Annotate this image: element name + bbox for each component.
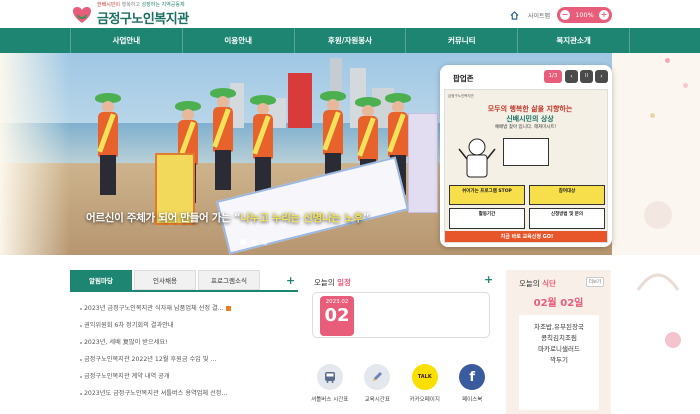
poster-illustration: [458, 138, 496, 178]
page: 한배시민이 행복하고 성장하는 지역공동체 금정구노인복지관 사이트맵 − 10…: [0, 0, 700, 414]
nav-item-community[interactable]: 커뮤니티: [405, 28, 517, 53]
today-menu: 오늘의 식단 더보기 02월 02일 차조밥,유부된장국 콩칙김치조림 마카로니…: [506, 270, 611, 414]
site-title[interactable]: 금정구노인복지관: [97, 8, 189, 27]
hero-slider: 어르신이 주체가 되어 만들어 가는 “나누고 누리는 신명나는 노후” 팝업존…: [0, 53, 700, 255]
poster-box: 신청방법 및 문의: [529, 208, 605, 229]
schedule-date: 2023.02 02: [320, 296, 354, 336]
protest-sign: [288, 73, 312, 128]
menu-item: 마카로니샐러드: [538, 345, 580, 353]
list-item[interactable]: 권익위원회 6차 정기회의 결과안내: [70, 317, 298, 334]
notice-more-button[interactable]: +: [286, 274, 295, 287]
hero-pagination: [240, 239, 268, 245]
pencil-icon: [364, 364, 391, 390]
hero-dot[interactable]: [262, 239, 268, 245]
popup-counter: 1/3: [544, 70, 562, 83]
list-item[interactable]: 2023년, 세배 复많이 받으세요!: [70, 334, 298, 351]
zoom-in-button[interactable]: +: [599, 10, 609, 20]
list-item[interactable]: 2023년도 금정구노인복지관 셔틀버스 용역업체 선정...: [70, 385, 298, 402]
notice-list: 2023년 금정구노인복지관 식자재 납품업체 선정 결... 권익위원회 6차…: [70, 300, 298, 402]
notice-board: 알림마당 인사채용 프로그램소식 + 2023년 금정구노인복지관 식자재 납품…: [70, 270, 298, 414]
facebook-icon: f: [459, 364, 486, 390]
home-icon[interactable]: [510, 8, 520, 22]
popup-prev-button[interactable]: ‹: [565, 70, 578, 83]
hero-dot[interactable]: [251, 239, 257, 245]
popup-next-button[interactable]: ›: [595, 70, 608, 83]
menu-item: 차조밥,유부된장국: [534, 323, 584, 331]
menu-title: 오늘의 식단: [519, 279, 556, 288]
nav-item-about[interactable]: 복지관소개: [517, 28, 630, 53]
quick-link-kakao[interactable]: TALK 카카오페이지: [402, 364, 447, 410]
poster-box: 쉬어가는 프로그램 STOP: [449, 185, 525, 205]
main-nav: 사업안내 이용안내 후원/자원봉사 커뮤니티 복지관소개: [0, 28, 700, 53]
sitemap-link[interactable]: 사이트맵: [528, 8, 550, 22]
menu-item: 콩칙김치조림: [541, 334, 577, 342]
tab-recruit[interactable]: 인사채용: [134, 270, 196, 290]
schedule-card: 2023.02 02: [312, 292, 490, 338]
quick-link-edu-timetable[interactable]: 교육시간표: [355, 364, 400, 410]
nav-item-business[interactable]: 사업안내: [70, 28, 182, 53]
menu-date: 02월 02일: [533, 298, 584, 309]
quick-link-facebook[interactable]: f 페이스북: [450, 364, 495, 410]
tab-program-news[interactable]: 프로그램소식: [198, 270, 260, 290]
schedule-title: 오늘의 일정: [314, 278, 351, 287]
new-badge: [225, 305, 231, 311]
poster-box: 참여대상: [529, 185, 605, 205]
nav-item-usage[interactable]: 이용안내: [181, 28, 294, 53]
poster-heading: 모두의 행복한 삶을 지향하는 신배시민의 상상: [487, 105, 573, 123]
schedule-more-button[interactable]: +: [484, 273, 493, 286]
logo-icon[interactable]: [72, 6, 92, 24]
hero-dot[interactable]: [240, 239, 246, 245]
quick-link-shuttle[interactable]: 셔틀버스 시간표: [307, 364, 352, 410]
popup-zone: 팝업존 1/3 ‹ II › 금정구노인복지관 모두의 행복한 삶을 지향하는 …: [440, 65, 612, 247]
logo-tagline: 한배시민이 행복하고 성장하는 지역공동체: [97, 2, 185, 8]
quick-links: 셔틀버스 시간표 교육시간표 TALK 카카오페이지 f 페이스북: [306, 364, 496, 410]
list-item[interactable]: 금정구노인복지관 2022년 12월 후원금 수입 및 ...: [70, 351, 298, 368]
popup-zone-title: 팝업존: [453, 74, 474, 83]
today-schedule: 오늘의 일정 + 2023.02 02 셔틀버스 시간표 교육시간표 TALK …: [306, 270, 496, 414]
poster-cta[interactable]: 지금 바로 교육신청 GO!: [445, 231, 607, 242]
kakao-talk-icon: TALK: [411, 364, 438, 390]
list-item[interactable]: 금정구노인복지관 계약 내역 공개: [70, 368, 298, 385]
notice-tabs: 알림마당 인사채용 프로그램소식: [70, 270, 298, 292]
tab-notice[interactable]: 알림마당: [70, 270, 132, 290]
site-header: 한배시민이 행복하고 성장하는 지역공동체 금정구노인복지관 사이트맵 − 10…: [0, 0, 700, 28]
poster-top-label: 금정구노인복지관: [448, 94, 474, 98]
zoom-level: 100%: [575, 11, 594, 19]
menu-item: 깍두기: [550, 356, 568, 364]
hero-person: [95, 93, 123, 203]
hero-caption: 어르신이 주체가 되어 만들어 가는 “나누고 누리는 신명나는 노후”: [86, 212, 370, 224]
popup-poster[interactable]: 금정구노인복지관 모두의 행복한 삶을 지향하는 신배시민의 상상 예배밥 찾아…: [444, 89, 608, 243]
zoom-control: − 100% +: [557, 7, 612, 23]
poster-box: 활동기간: [449, 208, 525, 229]
poster-subtitle: 예배밥 찾아 입니다. 헤쳐미시트!: [495, 125, 557, 130]
bus-icon: [316, 364, 343, 390]
nav-item-support[interactable]: 후원/자원봉사: [293, 28, 406, 53]
menu-more-button[interactable]: 더보기: [586, 277, 604, 287]
menu-items: 차조밥,유부된장국 콩칙김치조림 마카로니샐러드 깍두기: [519, 315, 599, 410]
list-item[interactable]: 2023년 금정구노인복지관 식자재 납품업체 선정 결...: [70, 300, 298, 317]
zoom-out-button[interactable]: −: [560, 10, 570, 20]
decorative-tree: [636, 201, 681, 348]
popup-pause-button[interactable]: II: [580, 70, 593, 83]
